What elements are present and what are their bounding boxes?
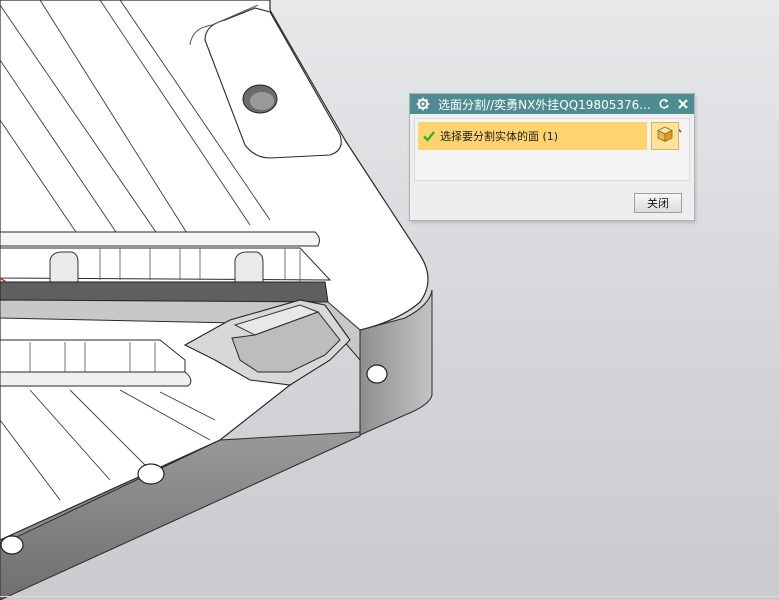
graphics-viewport[interactable] <box>0 0 779 600</box>
select-face-row[interactable]: 选择要分割实体的面 (1) <box>418 122 647 150</box>
lower-slot-bottom <box>0 371 192 387</box>
check-icon <box>422 129 436 143</box>
reset-icon[interactable] <box>656 96 672 112</box>
dialog-title: 选面分割//奕勇NX外挂QQ19805376... <box>438 97 651 112</box>
split-face-dialog[interactable]: 选面分割//奕勇NX外挂QQ19805376... 选择要分割实体的面 (1) … <box>409 93 695 221</box>
select-face-label: 选择要分割实体的面 (1) <box>440 130 559 143</box>
upper-slot-row <box>0 231 320 247</box>
status-divider <box>0 596 779 597</box>
hole-right-side <box>366 364 388 384</box>
cut-channel-dark <box>0 281 329 303</box>
gear-icon <box>416 97 430 111</box>
lower-slot-row <box>0 339 186 373</box>
slot-pocket-2 <box>234 251 264 285</box>
solid-body-icon <box>656 125 674 147</box>
solid-body-button[interactable] <box>651 122 679 150</box>
dialog-titlebar[interactable]: 选面分割//奕勇NX外挂QQ19805376... <box>410 94 694 114</box>
close-icon[interactable] <box>675 96 691 112</box>
mold-plate-model[interactable] <box>0 0 779 600</box>
slot-pocket-1 <box>49 251 79 283</box>
hole-lower-mid <box>0 535 24 555</box>
hole-lower-left <box>137 463 165 485</box>
close-button[interactable]: 关闭 <box>634 193 682 213</box>
boss-hole-inner <box>250 92 274 110</box>
